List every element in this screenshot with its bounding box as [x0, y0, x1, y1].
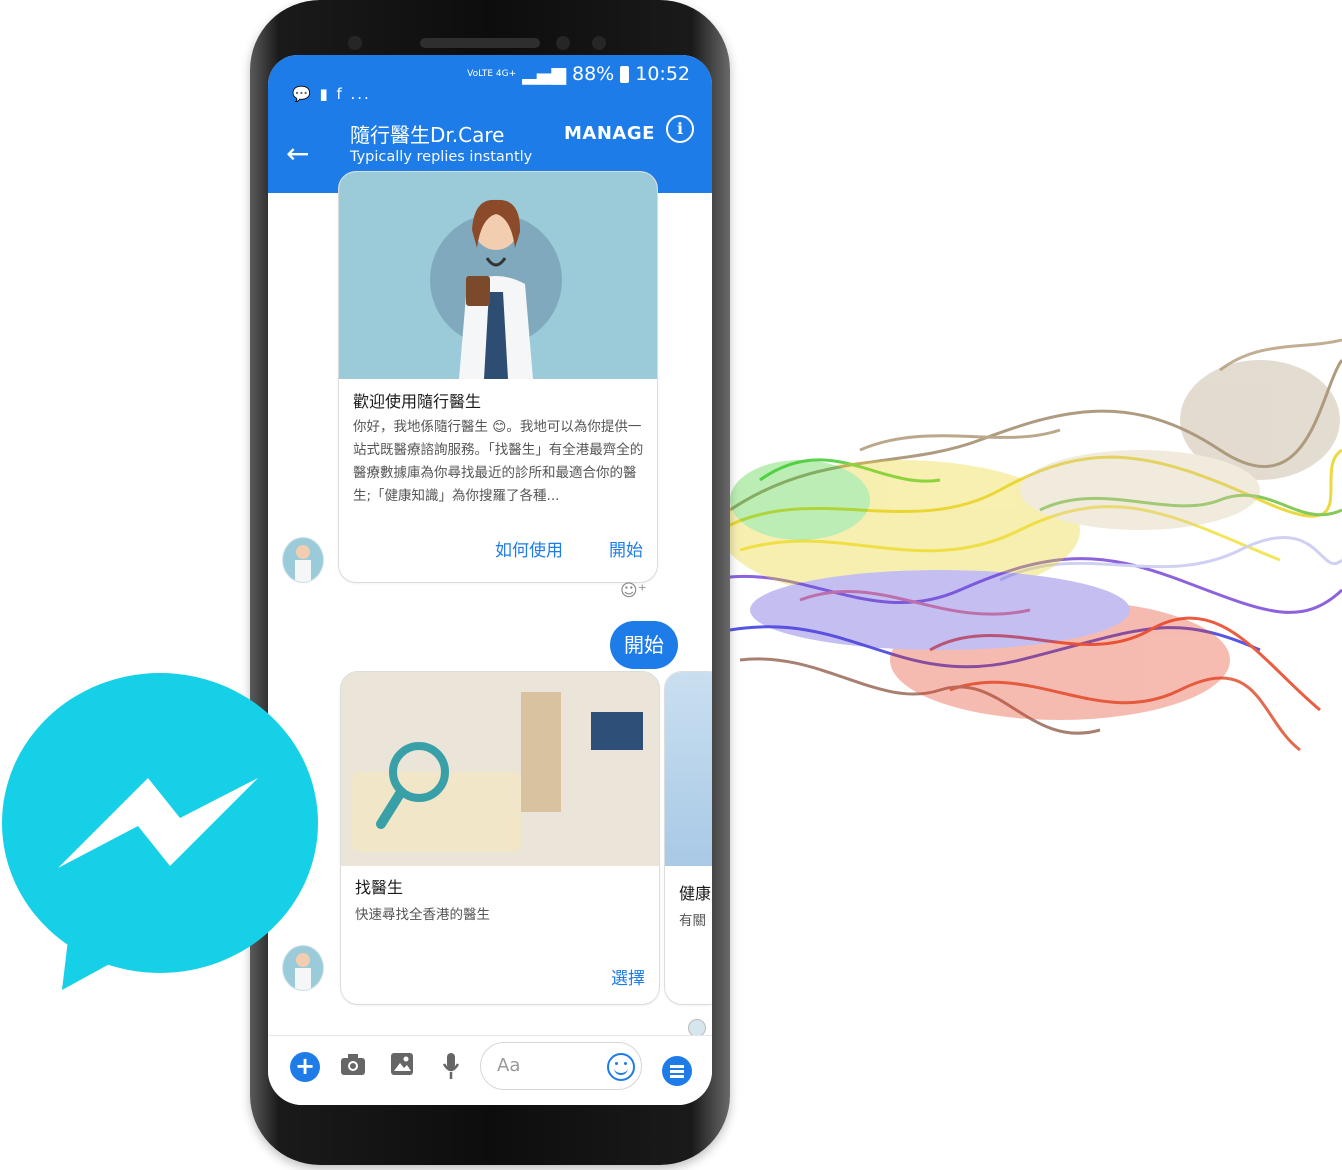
ribbon-mesh-graphic: [709, 338, 1342, 752]
sensor-icon: [348, 36, 362, 50]
status-bar: VoLTE 4G+ ▂▄▆ 88% 10:52: [467, 63, 690, 85]
welcome-card-body: 你好，我地係隨行醫生 😊。我地可以為你提供一站式既醫療諮詢服務。「找醫生」有全港…: [353, 419, 644, 504]
microphone-icon[interactable]: [442, 1052, 460, 1086]
start-button[interactable]: 開始: [609, 536, 643, 561]
camera-lens-icon: [592, 36, 606, 50]
add-reaction-icon[interactable]: ☺⁺: [620, 581, 647, 601]
message-input[interactable]: Aa: [480, 1042, 642, 1090]
arrow-left-icon[interactable]: ←: [286, 137, 309, 170]
carousel-card-find-doctor: 找醫生 快速尋找全香港的醫生 選擇: [340, 671, 660, 1005]
health-card-title: 健康: [679, 884, 712, 903]
battery-icon: [620, 65, 630, 83]
network-indicator: VoLTE 4G+: [467, 69, 517, 79]
welcome-card-title: 歡迎使用隨行醫生: [353, 392, 482, 411]
user-reply-bubble: 開始: [610, 621, 678, 669]
menu-icon[interactable]: [662, 1056, 692, 1086]
info-icon[interactable]: i: [666, 115, 694, 143]
clock: 10:52: [635, 63, 690, 85]
emoji-icon[interactable]: [607, 1053, 635, 1081]
select-button[interactable]: 選擇: [611, 964, 645, 989]
conversation-area[interactable]: 歡迎使用隨行醫生 你好，我地係隨行醫生 😊。我地可以為你提供一站式既醫療諮詢服務…: [268, 171, 712, 1037]
speaker-grille: [420, 38, 540, 48]
chat-subtitle: Typically replies instantly: [350, 149, 533, 165]
health-photo: [665, 672, 712, 866]
camera-lens-icon: [556, 36, 570, 50]
message-input-placeholder: Aa: [497, 1055, 521, 1076]
carousel-card-health[interactable]: 健康 有關: [664, 671, 712, 1005]
signal-icon: ▂▄▆: [522, 63, 566, 85]
doctor-illustration: [339, 172, 657, 379]
health-card-description: 有關: [679, 913, 706, 929]
find-doctor-description: 快速尋找全香港的醫生: [355, 907, 490, 923]
bot-avatar: [282, 537, 324, 583]
chat-title[interactable]: 隨行醫生Dr.Care: [350, 119, 504, 148]
battery-percent: 88%: [572, 63, 615, 85]
messenger-logo: [2, 673, 318, 990]
how-to-use-button[interactable]: 如何使用: [495, 536, 563, 561]
phone-screen: 💬 ▮ f ... VoLTE 4G+ ▂▄▆ 88% 10:52 ← 隨行醫生…: [268, 55, 712, 1105]
image-icon[interactable]: [390, 1052, 414, 1082]
welcome-card: 歡迎使用隨行醫生 你好，我地係隨行醫生 😊。我地可以為你提供一站式既醫療諮詢服務…: [338, 171, 658, 583]
manage-button[interactable]: MANAGE: [564, 123, 655, 144]
camera-icon[interactable]: [340, 1052, 366, 1082]
clinic-photo: [341, 672, 659, 866]
find-doctor-title: 找醫生: [355, 878, 404, 897]
plus-icon[interactable]: +: [290, 1052, 320, 1082]
notification-icons: 💬 ▮ f ...: [292, 85, 371, 103]
message-composer: + Aa: [268, 1035, 712, 1105]
